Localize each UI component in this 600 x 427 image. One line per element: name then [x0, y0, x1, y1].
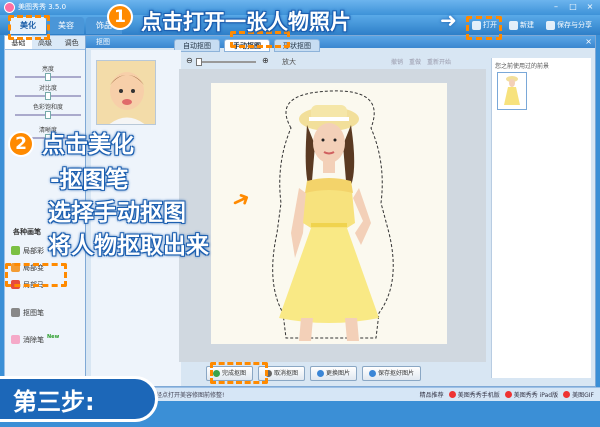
slider-label: 对比度 [38, 85, 57, 92]
undo-button[interactable]: 撤销 [391, 57, 403, 66]
cutout-brush-icon [11, 308, 20, 317]
recommend-label: 精品推荐 [419, 392, 444, 399]
brush-item-cutout[interactable]: 抠图笔 [11, 304, 59, 321]
mobile-version-link[interactable]: 美图秀秀手机版 [448, 390, 500, 399]
link-label: 美图秀秀 iPad版 [513, 392, 559, 399]
save-icon [369, 370, 377, 377]
zoom-in-icon[interactable]: ⊕ [262, 56, 269, 65]
ipad-version-link[interactable]: 美图秀秀 iPad版 [504, 390, 559, 399]
step2-line2: -抠图笔 [50, 167, 129, 193]
tab-beauty[interactable]: 美容 [48, 17, 84, 34]
step2-line4: 将人物抠取出来 [48, 233, 209, 259]
history-thumbnail[interactable] [497, 72, 527, 110]
step2-line3: 选择手动抠图 [48, 200, 186, 226]
maximize-icon[interactable]: □ [566, 1, 580, 12]
minimize-icon[interactable]: – [549, 1, 563, 12]
slider-label: 色彩饱和度 [32, 104, 63, 111]
cancel-label: 取消抠图 [274, 370, 299, 377]
status-text: 已经点打开美容修图前修整! [150, 392, 225, 399]
step-banner-text: 第三步: [13, 388, 95, 416]
brush-section-title: 各种画笔 [13, 228, 41, 236]
arrow-right-icon: ➜ [440, 8, 457, 32]
new-file-icon [509, 20, 518, 30]
brightness-slider[interactable]: 亮度 [15, 64, 81, 81]
highlight-beautify-tab [8, 15, 50, 40]
highlight-finish-button [210, 362, 268, 384]
eraser-brush-icon [11, 335, 20, 344]
tab-color[interactable]: 调色 [58, 36, 85, 49]
step1-text: 点击打开一张人物照片 [141, 10, 351, 34]
redo-button[interactable]: 重做 [409, 57, 421, 66]
app-logo-icon [4, 2, 15, 13]
highlight-cutout-brush [5, 263, 67, 287]
link-label: 美图GIF [572, 392, 594, 399]
save-share-button[interactable]: 保存与分享 [542, 17, 596, 33]
step2-number: 2 [8, 131, 34, 157]
model-photo [211, 83, 447, 344]
baby-photo-thumbnail[interactable] [96, 60, 156, 125]
highlight-open-button [466, 16, 502, 40]
new-badge: New [47, 333, 60, 340]
replace-label: 更换图片 [326, 370, 351, 377]
brush-item-eraser[interactable]: 消除笔 New [11, 331, 59, 348]
save-cutout-label: 保存抠好图片 [378, 370, 415, 377]
image-icon [317, 370, 325, 377]
meitu-icon [563, 391, 571, 398]
baby-photo [97, 61, 155, 124]
history-label: 您之前使用过的前景 [495, 63, 550, 70]
app-window: 美图秀秀 3.5.0 – □ × 美化 美容 饰品 打开 新建 保存与分享 基础… [0, 0, 600, 427]
zoom-out-icon[interactable]: ⊖ [186, 56, 193, 65]
step1-number: 1 [107, 4, 133, 30]
photo-canvas[interactable] [211, 83, 447, 344]
save-label: 保存与分享 [557, 21, 592, 29]
editor-title-bar: 抠图 × [86, 36, 595, 48]
brush-label: 局部彩 [23, 246, 44, 255]
saturation-slider[interactable]: 色彩饱和度 [15, 102, 81, 119]
history-model-photo [504, 76, 520, 105]
link-label: 美图秀秀手机版 [457, 392, 500, 399]
cutout-canvas-area[interactable] [179, 69, 486, 362]
zoom-slider[interactable] [196, 58, 202, 66]
save-cutout-button[interactable]: 保存抠好图片 [362, 366, 422, 381]
slider-label: 亮度 [41, 66, 54, 73]
step2-line1: 点击美化 [42, 132, 134, 158]
restart-button[interactable]: 重新开始 [427, 57, 451, 66]
gif-link[interactable]: 美图GIF [563, 390, 594, 399]
brush-label: 抠图笔 [23, 308, 44, 317]
meitu-icon [504, 391, 512, 398]
new-button[interactable]: 新建 [505, 17, 538, 33]
replace-image-button[interactable]: 更换图片 [310, 366, 358, 381]
history-panel: 您之前使用过的前景 [491, 58, 591, 378]
editor-title: 抠图 [96, 38, 110, 46]
zoom-label: 放大 [282, 58, 296, 66]
close-icon[interactable]: × [583, 1, 597, 12]
step-banner: 第三步: [0, 376, 158, 422]
close-icon[interactable]: × [585, 36, 592, 48]
color-brush-icon [11, 246, 20, 255]
new-label: 新建 [520, 21, 534, 29]
brush-label: 消除笔 [23, 335, 44, 344]
app-title: 美图秀秀 3.5.0 [18, 3, 67, 11]
save-icon [546, 20, 555, 30]
meitu-icon [448, 391, 456, 398]
contrast-slider[interactable]: 对比度 [15, 83, 81, 100]
